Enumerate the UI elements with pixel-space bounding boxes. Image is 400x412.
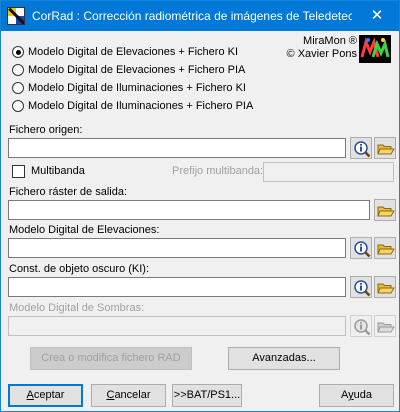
multiband-checkbox[interactable] xyxy=(12,165,25,178)
shadow-browse-button[interactable] xyxy=(374,315,396,337)
radio-dim-pia-label[interactable]: Modelo Digital de Iluminaciones + Ficher… xyxy=(28,100,253,112)
dark-object-browse-button[interactable] xyxy=(374,276,396,298)
shadow-model-label: Modelo Digital de Sombras: xyxy=(9,302,145,314)
cancel-label: ancelar xyxy=(114,389,151,401)
radio-dim-ki[interactable] xyxy=(12,82,24,94)
help-button[interactable]: Ayuda xyxy=(319,384,394,407)
corrad-app-icon xyxy=(7,7,25,25)
radio-dim-ki-label[interactable]: Modelo Digital de Iluminaciones + Ficher… xyxy=(28,82,246,94)
open-folder-icon xyxy=(377,322,395,333)
window-title: CorRad : Corrección radiométrica de imág… xyxy=(32,9,352,23)
radio-dem-pia-label[interactable]: Modelo Digital de Elevaciones + Fichero … xyxy=(28,64,245,76)
dark-object-input[interactable] xyxy=(8,277,346,297)
multiband-prefix-input[interactable] xyxy=(263,162,394,182)
brand-line-miramon: MiraMon ® xyxy=(303,35,357,47)
radio-dim-pia[interactable] xyxy=(12,100,24,112)
accept-label: ceptar xyxy=(33,389,65,401)
info-magnifier-icon xyxy=(354,141,371,158)
open-folder-icon xyxy=(377,206,395,217)
dark-object-info-button[interactable] xyxy=(350,276,372,298)
radio-dem-ki[interactable] xyxy=(12,46,24,58)
dem-info-button[interactable] xyxy=(350,237,372,259)
accept-button[interactable]: Aceptar xyxy=(8,384,83,407)
dem-label: Modelo Digital de Elevaciones: xyxy=(9,224,160,236)
dark-object-label: Const. de objeto oscuro (KI): xyxy=(9,263,150,275)
open-folder-icon xyxy=(377,144,395,155)
create-rad-button[interactable]: Crea o modifica fichero RAD xyxy=(30,347,192,370)
radio-dem-pia[interactable] xyxy=(12,64,24,76)
advanced-button[interactable]: Avanzadas... xyxy=(228,347,340,370)
shadow-model-input[interactable] xyxy=(8,316,346,336)
radio-dem-ki-label[interactable]: Modelo Digital de Elevaciones + Fichero … xyxy=(28,46,238,58)
bat-ps1-button[interactable]: >>BAT/PS1... xyxy=(172,384,242,407)
dem-browse-button[interactable] xyxy=(374,237,396,259)
source-file-input[interactable] xyxy=(8,138,346,158)
help-label-end: uda xyxy=(353,389,372,401)
output-file-label: Fichero ráster de salida: xyxy=(9,186,127,198)
source-browse-button[interactable] xyxy=(374,137,396,159)
close-icon[interactable]: ✕ xyxy=(355,1,399,31)
cancel-button[interactable]: Cancelar xyxy=(91,384,166,407)
dialog-window: CorRad : Corrección radiométrica de imág… xyxy=(0,0,400,412)
source-file-label: Fichero origen: xyxy=(9,124,83,136)
info-magnifier-icon xyxy=(354,241,371,258)
accept-label-accel: A xyxy=(26,389,34,401)
brand-text: MiraMon ® © Xavier Pons xyxy=(287,35,357,61)
multiband-label[interactable]: Multibanda xyxy=(31,165,85,177)
open-folder-icon xyxy=(377,244,395,255)
info-magnifier-icon xyxy=(354,319,371,336)
output-file-input[interactable] xyxy=(8,200,370,220)
info-magnifier-icon xyxy=(354,280,371,297)
shadow-info-button[interactable] xyxy=(350,315,372,337)
source-info-button[interactable] xyxy=(350,137,372,159)
brand-line-author: © Xavier Pons xyxy=(286,48,357,60)
miramon-logo xyxy=(359,35,391,63)
open-folder-icon xyxy=(377,283,395,294)
dem-input[interactable] xyxy=(8,238,346,258)
multiband-prefix-label: Prefijo multibanda: xyxy=(172,165,264,177)
title-bar[interactable]: CorRad : Corrección radiométrica de imág… xyxy=(1,1,399,31)
output-browse-button[interactable] xyxy=(374,199,396,221)
